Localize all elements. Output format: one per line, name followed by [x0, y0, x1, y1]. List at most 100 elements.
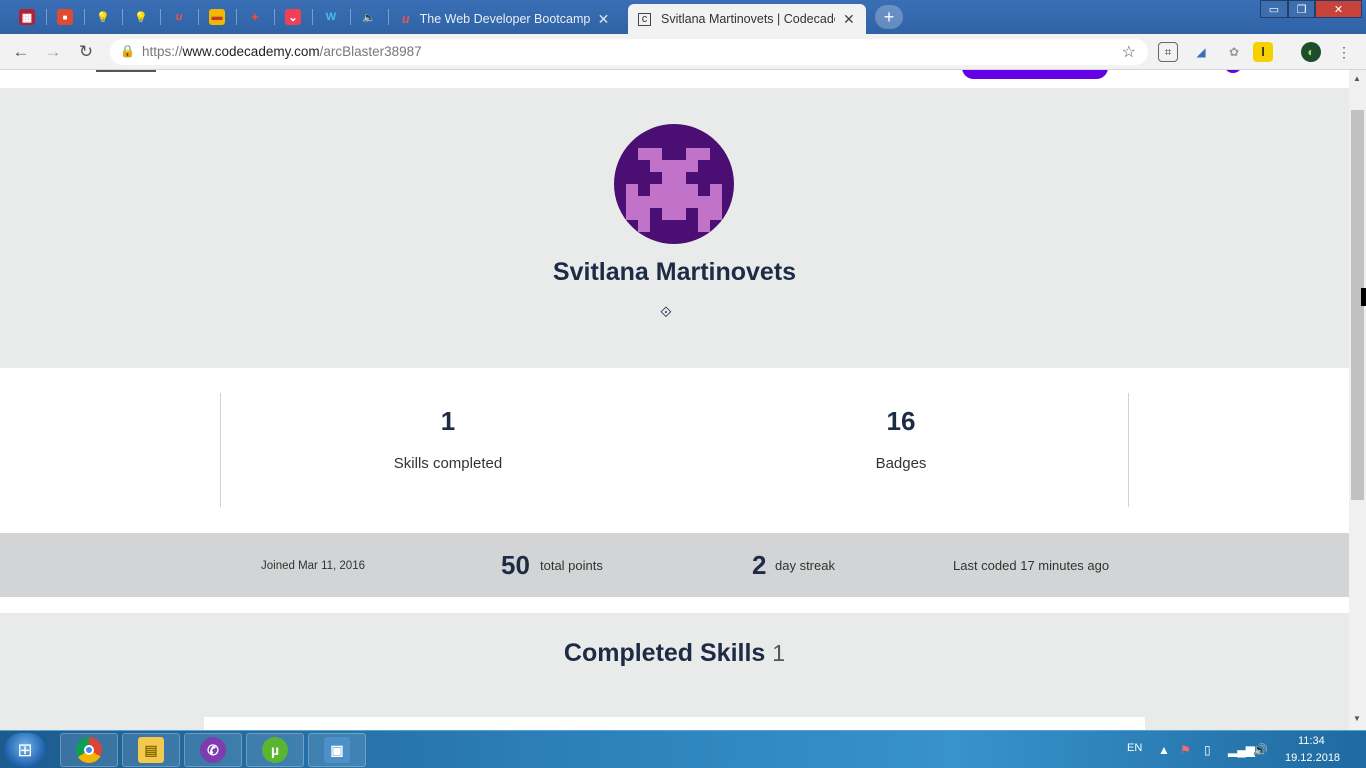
taskbar-chrome[interactable] [60, 733, 118, 767]
profile-name: Svitlana Martinovets [552, 258, 797, 286]
scroll-down-icon[interactable]: ▼ [1353, 714, 1361, 723]
car-icon: ▬ [209, 9, 225, 25]
lock-icon: 🔒 [120, 44, 135, 58]
tab-codecademy-profile[interactable]: c Svitlana Martinovets | Codecadem ✕ [628, 4, 866, 34]
lightbulb-icon: 💡 [96, 11, 110, 24]
profile-stats: 1 Skills completed 16 Badges [0, 368, 1349, 533]
extension-paw-icon[interactable]: ✿ [1224, 42, 1244, 62]
upgrade-button[interactable] [962, 70, 1108, 79]
header-avatar[interactable] [1224, 70, 1242, 73]
restore-button[interactable]: ❐ [1288, 0, 1315, 18]
joined-date: Joined Mar 11, 2016 [261, 560, 365, 572]
completed-skills-section: Completed Skills 1 [0, 613, 1349, 730]
profile-avatar[interactable]: ◐ [1301, 42, 1321, 62]
close-window-button[interactable]: ✕ [1315, 0, 1362, 18]
arrow-left-icon: ← [12, 42, 30, 61]
volume-icon[interactable]: 🔊 [1253, 743, 1268, 757]
skills-completed-label: Skills completed [393, 455, 503, 472]
person-icon: ✦ [250, 11, 260, 24]
url-path: /arcBlaster38987 [319, 44, 422, 59]
minimize-icon: ▭ [1268, 3, 1280, 16]
minimize-button[interactable]: ▭ [1260, 0, 1288, 18]
reload-icon: ↻ [78, 42, 94, 61]
extension-feather-icon[interactable]: ◢ [1191, 42, 1211, 62]
extension-translate-icon[interactable]: ⌗ [1158, 42, 1178, 62]
browser-tab-strip: ▦ ■ 💡 💡 u ▬ ✦ ⌄ W 🔈 u The Web Developer … [0, 0, 1366, 34]
back-button[interactable]: ← [10, 41, 32, 63]
pinned-tab-udemy[interactable]: u [160, 6, 198, 28]
udemy-icon: u [175, 11, 183, 23]
mouse-cursor [1361, 288, 1366, 306]
badges-label[interactable]: Badges [801, 455, 1001, 472]
completed-skills-count: 1 [772, 640, 786, 666]
show-hidden-icons-icon[interactable]: ▲ [1158, 743, 1170, 757]
divider [1128, 393, 1129, 507]
taskbar-utorrent[interactable]: µ [246, 733, 304, 767]
badges-count[interactable]: 16 [801, 406, 1001, 437]
skill-card[interactable] [204, 717, 1145, 730]
url-text: https://www.codecademy.com/arcBlaster389… [142, 44, 422, 59]
profile-avatar-image [614, 124, 734, 244]
clock-time[interactable]: 11:34 [1298, 735, 1325, 747]
taskbar-viber[interactable]: ✆ [184, 733, 242, 767]
completed-skills-title: Completed Skills [563, 639, 766, 667]
pinned-tab-idea-2[interactable]: 💡 [122, 6, 160, 28]
bookmark-star-icon[interactable]: ☆ [1122, 42, 1136, 62]
start-button[interactable]: ⊞ [4, 733, 46, 767]
forward-button[interactable]: → [42, 41, 64, 63]
lightbulb-icon: 💡 [134, 11, 148, 24]
pinned-tab-audio[interactable]: 🔈 [350, 6, 388, 28]
plus-icon: + [883, 6, 895, 27]
close-tab-icon[interactable]: ✕ [598, 11, 610, 28]
reload-button[interactable]: ↻ [75, 41, 97, 63]
pinned-tab-news[interactable]: ■ [46, 6, 84, 28]
profile-link-icon[interactable]: ⟐ [660, 304, 672, 321]
streak-label: day streak [775, 558, 835, 573]
language-indicator[interactable]: EN [1127, 742, 1142, 754]
site-header-remnant [0, 70, 1349, 88]
pinned-tab-flag[interactable]: ▦ [8, 6, 46, 28]
pinned-tab-w[interactable]: W [312, 6, 350, 28]
speaker-icon: 🔈 [362, 11, 376, 24]
page-scrollbar[interactable]: ▲ ▼ [1349, 70, 1366, 730]
photo-viewer-icon: ▣ [324, 737, 350, 763]
skills-completed-count: 1 [440, 406, 456, 436]
pinned-tab-idea[interactable]: 💡 [84, 6, 122, 28]
menu-kebab-icon[interactable]: ⋮ [1334, 42, 1354, 62]
pinned-tab-figure[interactable]: ✦ [236, 6, 274, 28]
pinned-tab-pocket[interactable]: ⌄ [274, 6, 312, 28]
extension-l-icon[interactable]: l [1253, 42, 1273, 62]
new-tab-button[interactable]: + [875, 5, 903, 29]
scroll-up-icon[interactable]: ▲ [1353, 74, 1361, 83]
pixel-avatar-icon [626, 148, 722, 232]
close-tab-icon[interactable]: ✕ [843, 11, 855, 28]
restore-icon: ❐ [1296, 3, 1307, 16]
battery-icon[interactable]: ▯ [1204, 743, 1211, 757]
arrow-right-icon: → [44, 42, 62, 61]
utorrent-icon: µ [262, 737, 288, 763]
pinned-tab-car[interactable]: ▬ [198, 6, 236, 28]
windows-taskbar: ⊞ ▤ ✆ µ ▣ EN ▲ ⚑ ▯ ▂▄▆ 🔊 11:34 19.12.201… [0, 730, 1366, 768]
address-bar[interactable]: 🔒 https://www.codecademy.com/arcBlaster3… [110, 39, 1148, 65]
flag-icon: ▦ [19, 9, 35, 25]
url-host: www.codecademy.com [182, 44, 320, 59]
tab-web-developer-bootcamp[interactable]: u The Web Developer Bootcamp | U ✕ [392, 4, 628, 34]
udemy-icon: u [402, 12, 410, 26]
url-scheme: https:// [142, 44, 183, 59]
clock-date[interactable]: 19.12.2018 [1285, 752, 1340, 764]
chrome-icon [76, 737, 102, 763]
network-signal-icon[interactable]: ▂▄▆ [1228, 743, 1255, 757]
streak-value: 2 [752, 550, 767, 580]
viber-icon: ✆ [200, 737, 226, 763]
folder-icon: ▤ [138, 737, 164, 763]
codecademy-icon: c [638, 12, 651, 26]
action-center-icon[interactable]: ⚑ [1180, 743, 1191, 757]
tab-title: The Web Developer Bootcamp | U [419, 12, 590, 26]
news-icon: ■ [57, 9, 73, 25]
nav-underline [96, 70, 156, 72]
taskbar-photo-viewer[interactable]: ▣ [308, 733, 366, 767]
w-icon: W [325, 11, 337, 23]
close-icon: ✕ [1333, 3, 1344, 16]
total-points-value: 50 [501, 550, 530, 580]
taskbar-explorer[interactable]: ▤ [122, 733, 180, 767]
